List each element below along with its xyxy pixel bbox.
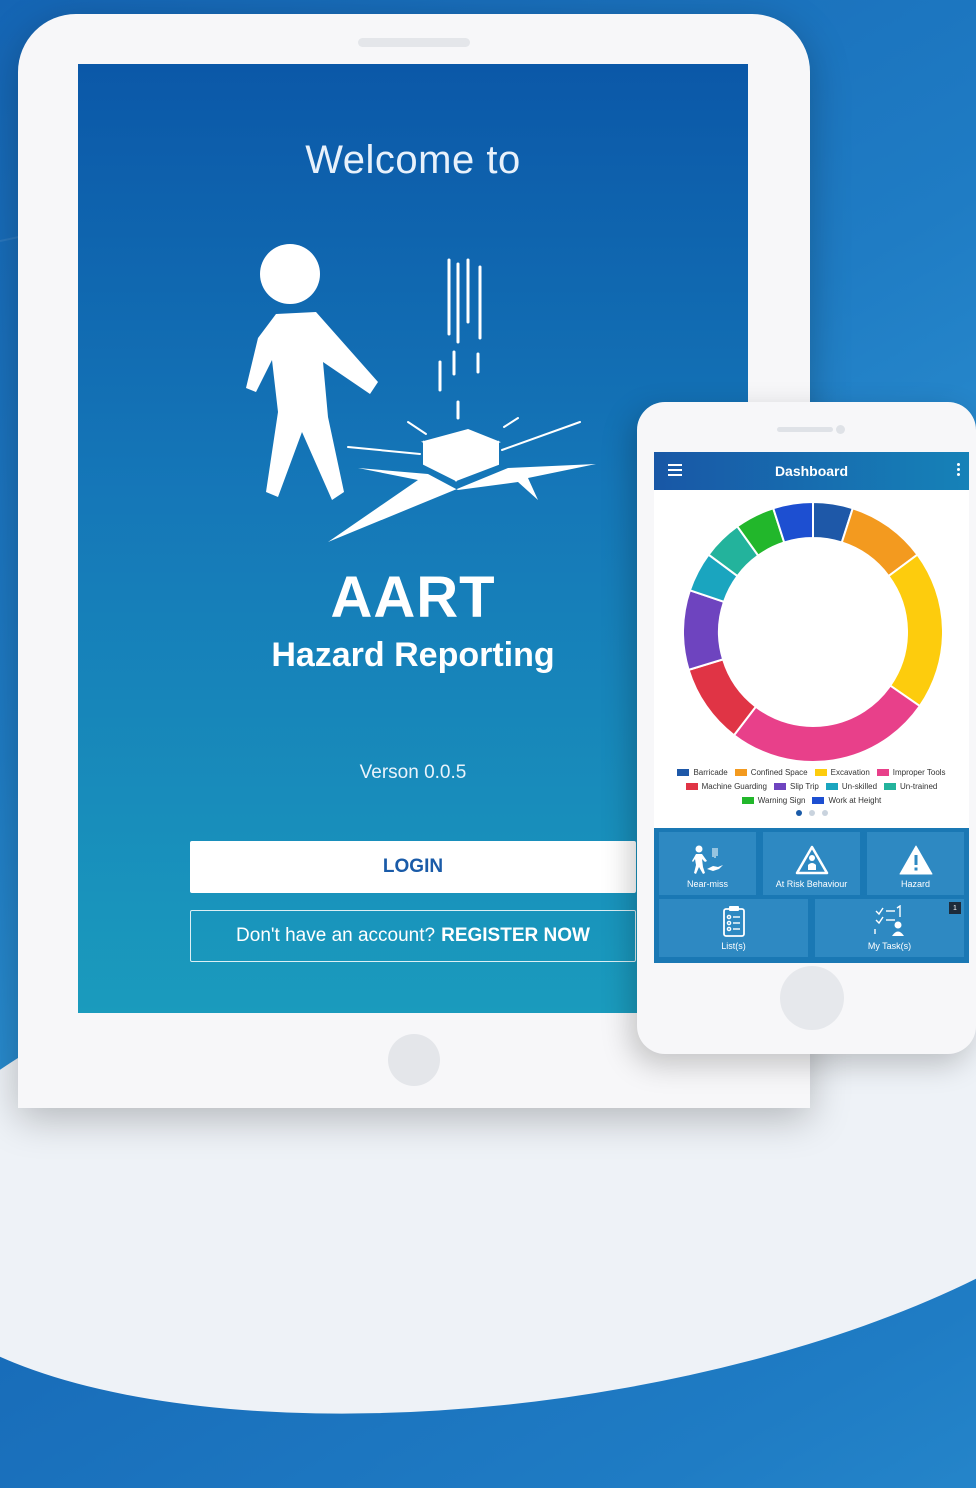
- legend-swatch: [812, 797, 825, 804]
- login-button-label: LOGIN: [382, 856, 444, 877]
- legend-item[interactable]: Barricade: [677, 768, 728, 777]
- near-miss-icon: [691, 845, 723, 874]
- login-button[interactable]: LOGIN: [190, 841, 636, 893]
- hazard-warning-icon: [899, 845, 932, 875]
- pager-dot[interactable]: [808, 810, 815, 816]
- legend-swatch: [734, 769, 747, 776]
- lists-label: List(s): [721, 941, 746, 951]
- more-options-icon[interactable]: [957, 463, 961, 478]
- phone-speaker: [777, 427, 833, 432]
- legend-label: Slip Trip: [789, 782, 819, 791]
- legend-item[interactable]: Work at Height: [812, 796, 881, 805]
- my-tasks-tile[interactable]: 1 My Task(s): [815, 899, 964, 957]
- donut-slice-slip-trip[interactable]: [683, 589, 726, 672]
- legend-label: Barricade: [693, 768, 728, 777]
- dashboard-topbar: Dashboard: [654, 452, 969, 490]
- warning-person-icon: [795, 845, 828, 875]
- register-now-label: REGISTER NOW: [441, 925, 590, 946]
- chart-area: Barricade Confined Space Excavation Imprope…: [654, 490, 969, 828]
- welcome-heading: Welcome to: [305, 138, 521, 182]
- pager-dot[interactable]: [821, 810, 828, 816]
- legend-item[interactable]: Improper Tools: [876, 768, 946, 777]
- clipboard-list-icon: [722, 906, 745, 937]
- donut-slice-improper-tools[interactable]: [732, 684, 922, 762]
- tasks-checklist-icon: [873, 905, 904, 936]
- legend-label: Machine Guarding: [701, 782, 767, 791]
- legend-swatch: [814, 769, 827, 776]
- at-risk-behaviour-tile[interactable]: At Risk Behaviour: [763, 832, 860, 895]
- phone-home-button[interactable]: [780, 966, 844, 1030]
- donut-slice-excavation[interactable]: [887, 553, 943, 708]
- chart-pager[interactable]: [654, 810, 969, 816]
- my-tasks-badge: 1: [949, 902, 961, 914]
- hamburger-menu-icon[interactable]: [668, 464, 682, 479]
- legend-item[interactable]: Excavation: [814, 768, 870, 777]
- hazard-tile[interactable]: Hazard: [867, 832, 964, 895]
- topbar-title: Dashboard: [774, 463, 849, 479]
- phone-camera: [836, 425, 845, 434]
- tablet-home-button[interactable]: [388, 1034, 440, 1086]
- lists-tile[interactable]: List(s): [659, 899, 808, 957]
- legend-label: Excavation: [830, 768, 870, 777]
- legend-label: Improper Tools: [892, 768, 946, 777]
- tablet-speaker: [358, 38, 470, 47]
- legend-swatch: [741, 797, 754, 804]
- near-miss-tile[interactable]: Near-miss: [659, 832, 756, 895]
- legend-item[interactable]: Slip Trip: [773, 782, 819, 791]
- legend-label: Un-trained: [900, 782, 938, 791]
- near-miss-label: Near-miss: [686, 879, 728, 889]
- legend-item[interactable]: Machine Guarding: [685, 782, 767, 791]
- phone-screen: Dashboard Barricade Confined Space Excavat…: [654, 452, 969, 963]
- legend-item[interactable]: Un-trained: [884, 782, 937, 791]
- at-risk-behaviour-label: At Risk Behaviour: [775, 879, 848, 889]
- donut-chart: [683, 502, 943, 762]
- hazard-label: Hazard: [900, 879, 930, 889]
- legend-item[interactable]: Warning Sign: [741, 796, 806, 805]
- legend-label: Confined Space: [750, 768, 808, 777]
- action-tiles: Near-miss At Risk Behaviour Hazard List(…: [654, 828, 969, 963]
- legend-label: Work at Height: [828, 796, 882, 805]
- legend-swatch: [773, 783, 786, 790]
- register-link[interactable]: Don't have an account? REGISTER NOW: [190, 910, 636, 962]
- my-tasks-label: My Task(s): [867, 941, 912, 951]
- legend-swatch: [884, 783, 897, 790]
- chart-legend: Barricade Confined Space Excavation Imprope…: [654, 768, 969, 805]
- hazard-illustration-icon: [246, 244, 596, 542]
- legend-label: Warning Sign: [757, 796, 806, 805]
- legend-swatch: [876, 769, 889, 776]
- legend-item[interactable]: Confined Space: [734, 768, 808, 777]
- legend-item[interactable]: Un-skilled: [825, 782, 878, 791]
- legend-label: Un-skilled: [841, 782, 878, 791]
- register-prompt: Don't have an account?: [236, 925, 436, 946]
- legend-swatch: [825, 783, 838, 790]
- phone-device: Dashboard Barricade Confined Space Excavat…: [637, 402, 976, 1054]
- legend-swatch: [685, 783, 698, 790]
- legend-swatch: [677, 769, 690, 776]
- pager-dot[interactable]: [795, 810, 802, 816]
